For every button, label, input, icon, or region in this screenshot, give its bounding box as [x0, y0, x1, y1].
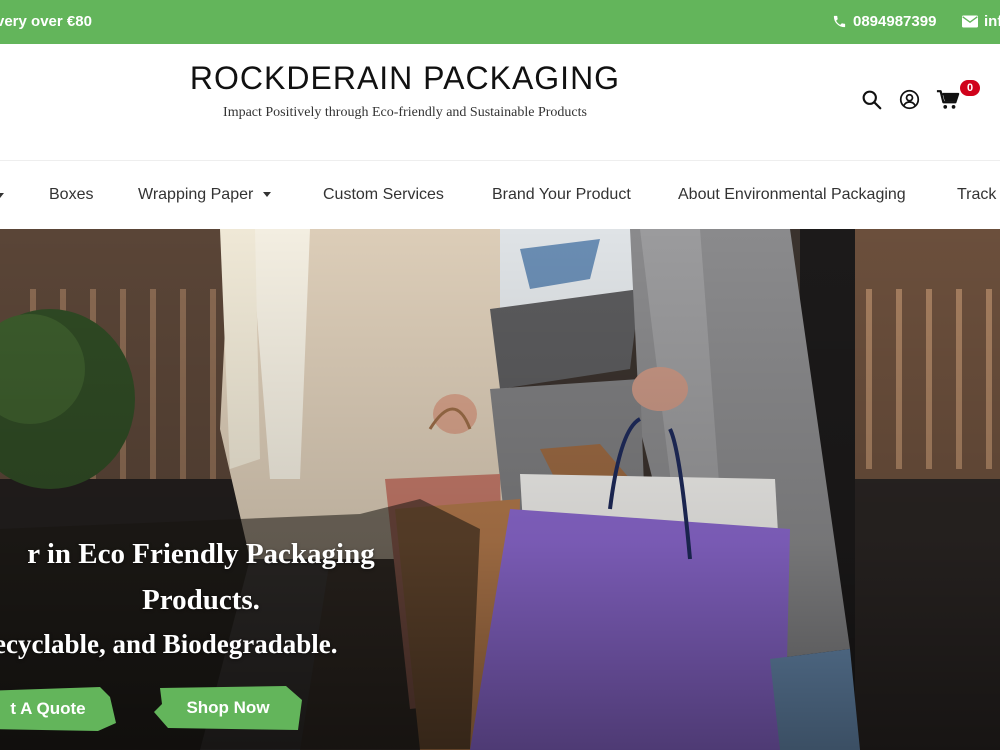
nav-item-boxes[interactable]: Boxes	[49, 186, 93, 204]
hero-banner: r in Eco Friendly Packaging Products. ec…	[0, 229, 1000, 750]
shop-now-label: Shop Now	[186, 698, 270, 717]
header-icons: 0	[860, 80, 980, 110]
top-bar: very over €80 0894987399 inf	[0, 0, 1000, 44]
brand-block[interactable]: ROCKDERAIN PACKAGING Impact Positively t…	[150, 60, 660, 121]
email-text: inf	[984, 13, 1000, 30]
nav-item-label: Wrapping Paper	[138, 186, 254, 203]
phone-number: 0894987399	[853, 13, 937, 30]
brand-name: ROCKDERAIN PACKAGING	[189, 60, 621, 96]
nav-item-custom-services[interactable]: Custom Services	[323, 186, 444, 204]
nav-item-track[interactable]: Track	[957, 186, 996, 204]
nav-item-wrapping-paper[interactable]: Wrapping Paper	[138, 186, 272, 204]
delivery-promo-text: very over €80	[0, 13, 92, 30]
hero-headline-line1: r in Eco Friendly Packaging	[27, 538, 375, 570]
main-nav: Boxes Wrapping Paper Custom Services Bra…	[0, 161, 1000, 229]
caret-down-icon	[263, 192, 272, 198]
hero-headline-line2: Products.	[142, 584, 260, 616]
cart-count-badge: 0	[960, 80, 980, 96]
hero-subheadline: ecyclable, and Biodegradable.	[0, 629, 338, 659]
site-header: ROCKDERAIN PACKAGING Impact Positively t…	[0, 44, 1000, 161]
caret-down-icon	[0, 193, 4, 198]
get-a-quote-label: t A Quote	[10, 699, 86, 718]
get-a-quote-button[interactable]: t A Quote	[0, 687, 116, 731]
cart-icon[interactable]: 0	[936, 80, 980, 110]
mail-icon	[962, 15, 978, 28]
user-icon[interactable]	[898, 88, 920, 110]
brand-tagline: Impact Positively through Eco-friendly a…	[223, 105, 587, 120]
nav-item-about-environmental-packaging[interactable]: About Environmental Packaging	[678, 186, 906, 204]
shop-now-button[interactable]: Shop Now	[154, 686, 302, 730]
hero-headline: r in Eco Friendly Packaging Products.	[0, 531, 416, 623]
email-contact[interactable]: inf	[962, 13, 1000, 30]
hero-photo	[0, 229, 1000, 750]
search-icon[interactable]	[860, 88, 882, 110]
nav-item-brand-your-product[interactable]: Brand Your Product	[492, 186, 631, 204]
phone-contact[interactable]: 0894987399	[832, 13, 936, 30]
phone-icon	[832, 14, 847, 29]
